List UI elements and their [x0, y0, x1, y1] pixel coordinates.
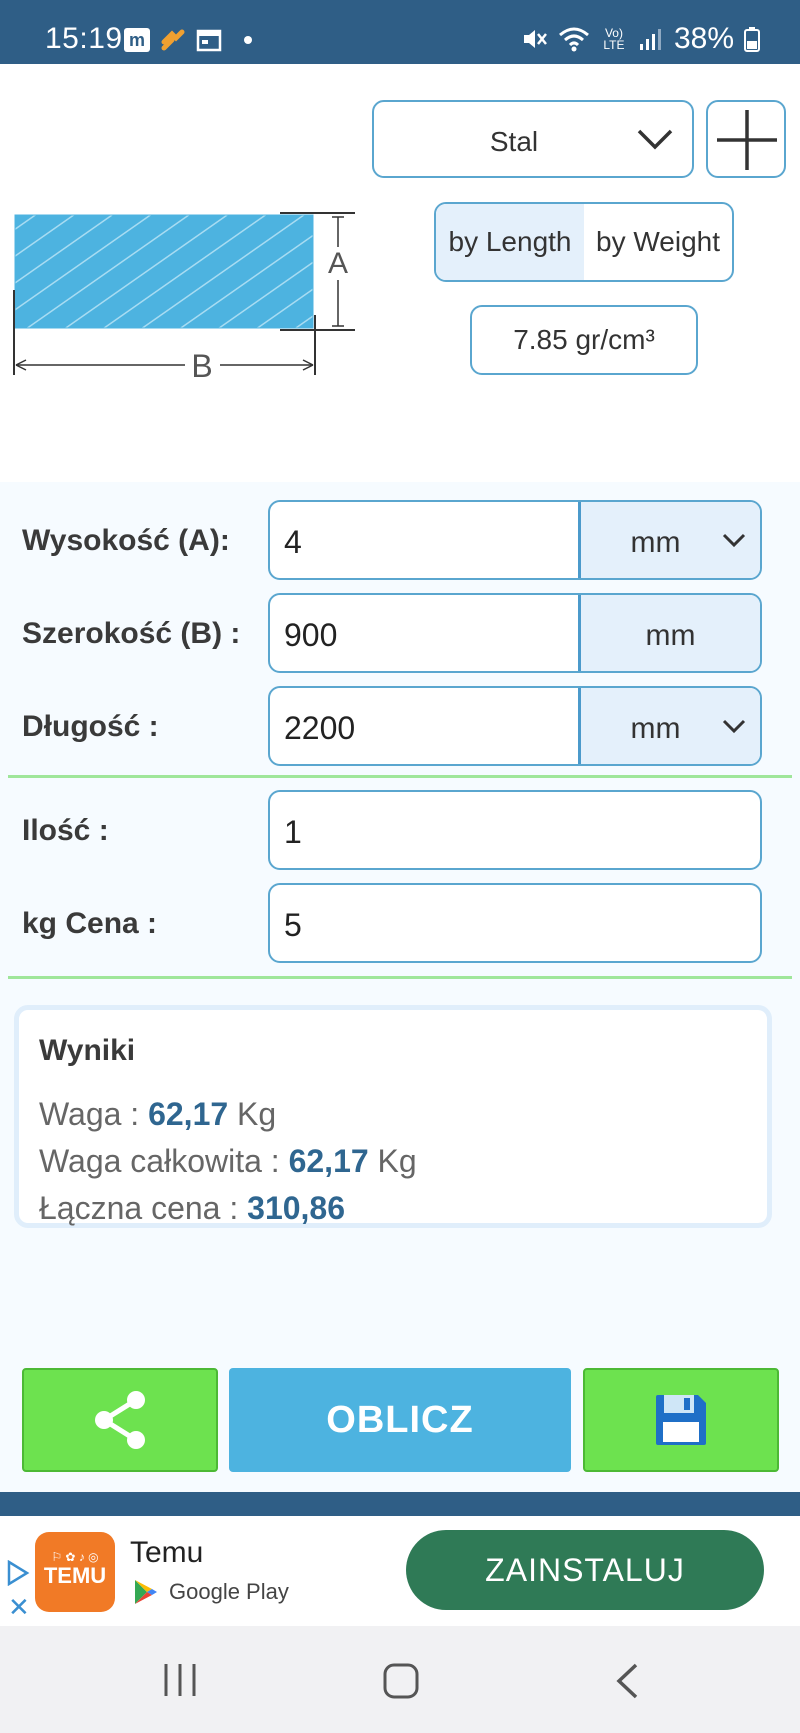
mute-icon: [523, 30, 547, 48]
app-notification-icon: m: [124, 28, 150, 52]
weight-value: 62,17: [148, 1096, 229, 1132]
quantity-input[interactable]: 1: [284, 814, 302, 851]
system-icons: Vo) LTE 38%: [520, 22, 760, 56]
system-nav-bar: [0, 1626, 800, 1733]
calendar-icon: [196, 29, 222, 52]
more-notifications-dot: [244, 36, 252, 44]
ad-store: Google Play: [133, 1578, 289, 1606]
save-icon: [656, 1395, 706, 1445]
height-unit: mm: [630, 526, 681, 559]
chevron-down-icon: [722, 533, 746, 548]
battery-percent: 38%: [673, 22, 734, 55]
ad-banner[interactable]: ✕ ⚐ ✿ ♪ ◎ TEMU Temu Google Play ZAINSTAL…: [0, 1516, 800, 1626]
share-button[interactable]: [22, 1368, 218, 1472]
price-label: kg Cena :: [22, 907, 158, 940]
temu-logo: ⚐ ✿ ♪ ◎ TEMU: [35, 1532, 115, 1612]
length-unit-select[interactable]: mm: [578, 688, 760, 764]
total-weight-result: Waga całkowita : 62,17 Kg: [39, 1143, 417, 1180]
wifi-icon: [558, 27, 589, 52]
total-weight-label: Waga całkowita :: [39, 1143, 280, 1179]
price-input[interactable]: 5: [284, 907, 302, 944]
divider: [8, 976, 792, 979]
width-field[interactable]: 900 mm: [268, 593, 762, 673]
recent-apps-icon[interactable]: [160, 1662, 200, 1698]
price-field[interactable]: 5: [268, 883, 762, 963]
battery-icon: [744, 27, 760, 52]
home-icon[interactable]: [382, 1662, 420, 1700]
height-unit-select[interactable]: mm: [578, 502, 760, 578]
ad-app-name: Temu: [130, 1536, 204, 1569]
total-price-value: 310,86: [247, 1190, 346, 1226]
divider: [8, 775, 792, 778]
height-field[interactable]: 4 mm: [268, 500, 762, 580]
width-label: Szerokość (B) :: [22, 617, 241, 650]
total-weight-value: 62,17: [288, 1143, 369, 1179]
weight-unit: Kg: [237, 1096, 277, 1132]
notification-icons: m: [124, 28, 252, 52]
plate-diagram: A B: [13, 212, 355, 384]
results-panel: Wyniki Waga : 62,17 Kg Waga całkowita : …: [14, 1005, 772, 1228]
width-unit: mm: [645, 619, 696, 652]
results-title: Wyniki: [39, 1034, 136, 1067]
calculate-button[interactable]: OBLICZ: [229, 1368, 571, 1472]
height-label: Wysokość (A):: [22, 524, 230, 557]
signal-icon: [639, 29, 661, 50]
ad-store-name: Google Play: [169, 1579, 289, 1604]
length-field[interactable]: 2200 mm: [268, 686, 762, 766]
status-time: 15:19: [45, 22, 123, 55]
install-button[interactable]: ZAINSTALUJ: [406, 1530, 764, 1610]
back-icon[interactable]: [612, 1662, 642, 1700]
material-selected: Stal: [489, 126, 539, 157]
density-button[interactable]: 7.85 gr/cm³: [470, 305, 698, 375]
by-weight-option[interactable]: by Weight: [584, 204, 732, 280]
status-bar: 15:19 m Vo) LTE 38%: [0, 0, 800, 64]
ad-choices-icon[interactable]: [6, 1560, 30, 1586]
mode-toggle: by Length by Weight: [434, 202, 734, 282]
total-price-label: Łączna cena :: [39, 1190, 239, 1226]
share-icon: [95, 1391, 145, 1449]
app-footer-bar: [0, 1492, 800, 1516]
add-material-button[interactable]: [706, 100, 786, 178]
google-play-icon: [135, 1580, 157, 1604]
plate-cross-section: [14, 214, 314, 329]
dimension-label-a: A: [328, 247, 348, 280]
quantity-field[interactable]: 1: [268, 790, 762, 870]
plus-icon: [717, 110, 777, 170]
input-form: Wysokość (A): 4 mm Szerokość (B) : 900 m…: [0, 482, 800, 1492]
dimension-label-b: B: [191, 348, 212, 384]
by-length-option[interactable]: by Length: [436, 204, 584, 280]
total-price-result: Łączna cena : 310,86: [39, 1190, 345, 1227]
width-input[interactable]: 900: [284, 617, 337, 654]
width-unit-display: mm: [578, 595, 760, 671]
close-icon[interactable]: ✕: [8, 1592, 30, 1623]
quantity-label: Ilość :: [22, 814, 109, 847]
total-weight-unit: Kg: [377, 1143, 417, 1179]
volte-indicator: Vo) LTE: [603, 26, 625, 52]
height-input[interactable]: 4: [284, 524, 302, 561]
chevron-down-icon: [722, 719, 746, 734]
save-button[interactable]: [583, 1368, 779, 1472]
length-input[interactable]: 2200: [284, 710, 355, 747]
weight-label: Waga :: [39, 1096, 140, 1132]
material-select[interactable]: Stal: [372, 100, 694, 178]
weight-result: Waga : 62,17 Kg: [39, 1096, 276, 1133]
length-label: Długość :: [22, 710, 159, 743]
heart-app-icon: [161, 29, 185, 51]
length-unit: mm: [630, 712, 681, 745]
chevron-down-icon: [637, 129, 673, 150]
